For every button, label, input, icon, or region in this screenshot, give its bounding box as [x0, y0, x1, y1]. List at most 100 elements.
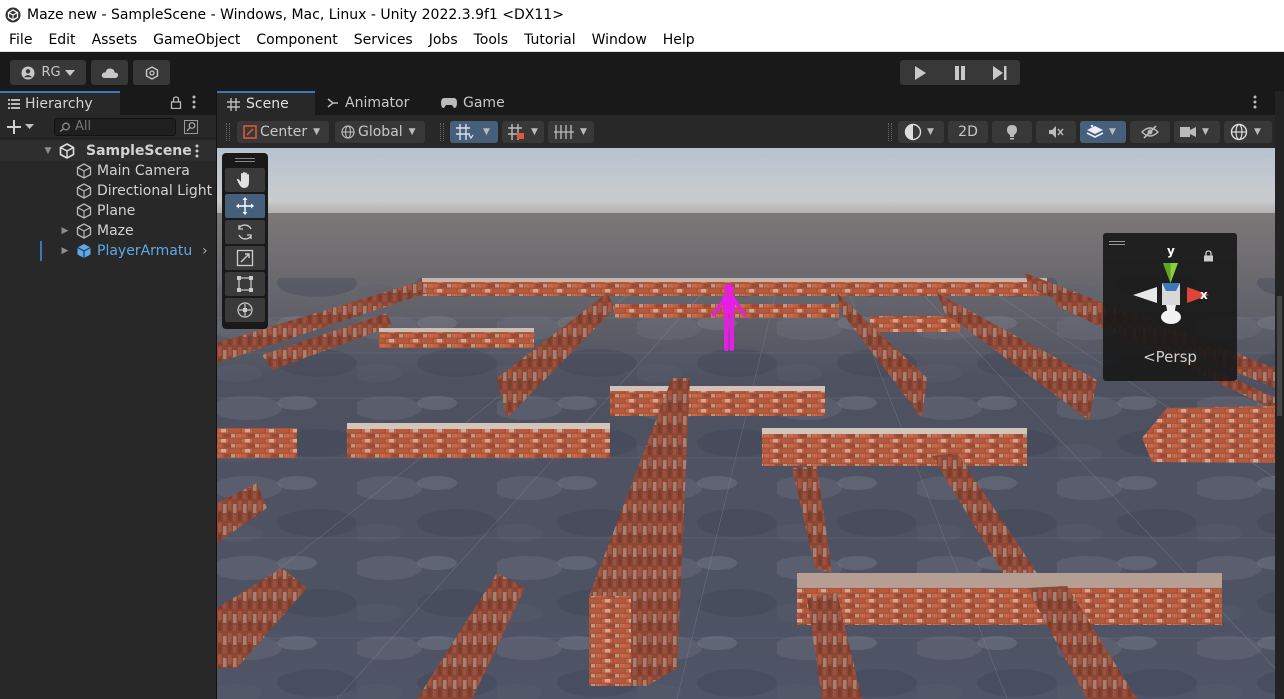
more-options-icon[interactable]: [192, 95, 196, 109]
pivot-rotation-dropdown[interactable]: Global ▼: [335, 121, 425, 143]
gameobject-icon: [76, 223, 92, 239]
user-icon: [21, 66, 35, 79]
play-icon: [915, 65, 926, 80]
hierarchy-item-label: Maze: [97, 223, 134, 239]
cloud-button[interactable]: [91, 60, 128, 85]
hierarchy-item-player-armature[interactable]: ▶ PlayerArmature ›: [0, 241, 216, 261]
menu-file[interactable]: File: [0, 29, 40, 52]
lighting-toggle-button[interactable]: [992, 121, 1032, 143]
rect-transform-icon: [237, 276, 253, 292]
hierarchy-item-maze[interactable]: ▶ Maze: [0, 221, 216, 241]
scale-tool-button[interactable]: [225, 246, 265, 270]
menu-edit[interactable]: Edit: [40, 29, 83, 52]
scale-icon: [236, 249, 254, 267]
gizmos-dropdown[interactable]: ▼: [1224, 121, 1272, 143]
scene-row[interactable]: ▼ SampleScene: [0, 141, 216, 161]
projection-toggle[interactable]: <Persp: [1103, 348, 1237, 366]
expand-arrow-icon[interactable]: ▶: [60, 246, 70, 256]
tab-hierarchy[interactable]: Hierarchy: [0, 91, 120, 115]
menu-gameobject[interactable]: GameObject: [145, 29, 248, 52]
effects-toggle-button[interactable]: ▼: [1080, 121, 1126, 143]
menu-assets[interactable]: Assets: [84, 29, 146, 52]
scene-panel: Scene Animator Game Center ▼ Global ▼ ▼ …: [217, 91, 1284, 699]
tab-scene[interactable]: Scene: [217, 91, 315, 115]
play-button[interactable]: [900, 60, 940, 85]
menu-tutorial[interactable]: Tutorial: [516, 29, 583, 52]
expand-arrow-icon[interactable]: ▼: [43, 146, 53, 156]
pivot-mode-dropdown[interactable]: Center ▼: [237, 121, 329, 143]
menu-component[interactable]: Component: [248, 29, 345, 52]
grid-visibility-button[interactable]: ▼: [450, 121, 498, 143]
scrollbar-thumb[interactable]: [1277, 296, 1282, 416]
move-tool-button[interactable]: [225, 194, 265, 218]
gameobject-icon: [76, 163, 92, 179]
hand-icon: [237, 172, 249, 188]
animator-icon: [327, 98, 338, 108]
search-input[interactable]: [75, 119, 171, 134]
tab-game[interactable]: Game: [431, 91, 521, 115]
toolbar-grip[interactable]: [226, 123, 230, 141]
filter-icon: [184, 119, 198, 134]
toolbar-grip[interactable]: [440, 123, 444, 141]
hierarchy-item-plane[interactable]: Plane: [0, 201, 216, 221]
perspective-icon: <: [1143, 348, 1156, 366]
unity-services-icon: [145, 65, 158, 80]
lock-icon[interactable]: [170, 96, 182, 109]
toggle-2d-button[interactable]: 2D: [948, 121, 988, 143]
expand-arrow-icon[interactable]: ▶: [60, 226, 70, 236]
audio-mute-icon: [1049, 126, 1064, 138]
gizmo-drag-handle[interactable]: [1109, 241, 1125, 245]
toolbar-grip[interactable]: [888, 123, 892, 141]
scene-scrollbar[interactable]: [1275, 91, 1284, 699]
tab-label: Game: [463, 95, 505, 111]
chevron-down-icon: ▼: [1202, 127, 1209, 137]
menu-window[interactable]: Window: [584, 29, 655, 52]
playmode-controls: [900, 60, 1020, 85]
step-button[interactable]: [980, 60, 1020, 85]
audio-toggle-button[interactable]: [1036, 121, 1076, 143]
hierarchy-item-main-camera[interactable]: Main Camera: [0, 161, 216, 181]
chevron-down-icon: ▼: [483, 127, 490, 137]
camera-settings-dropdown[interactable]: ▼: [1174, 121, 1220, 143]
hierarchy-item-label: Directional Light: [97, 183, 213, 199]
draw-mode-dropdown[interactable]: ▼: [898, 121, 944, 143]
gizmos-globe-icon: [1230, 123, 1248, 141]
account-label: RG: [41, 65, 61, 80]
rect-tool-button[interactable]: [225, 272, 265, 296]
menu-jobs[interactable]: Jobs: [421, 29, 466, 52]
step-icon: [993, 65, 1007, 80]
palette-drag-handle[interactable]: [235, 158, 255, 162]
grid-snapping-button[interactable]: ▼: [502, 121, 544, 143]
ruler-icon: [554, 125, 574, 139]
chevron-right-icon[interactable]: ›: [202, 243, 208, 259]
orientation-gizmo[interactable]: y x <Persp: [1103, 233, 1237, 381]
hierarchy-item-directional-light[interactable]: Directional Light: [0, 181, 216, 201]
toggle-2d-label: 2D: [958, 124, 978, 140]
more-options-icon[interactable]: [1253, 95, 1257, 109]
search-filter-button[interactable]: [182, 118, 200, 136]
projection-label: Persp: [1155, 348, 1197, 366]
chevron-down-icon: ▼: [580, 127, 587, 137]
transform-tool-button[interactable]: [225, 298, 265, 322]
more-options-icon[interactable]: [195, 144, 199, 158]
menu-tools[interactable]: Tools: [466, 29, 517, 52]
hidden-objects-toggle[interactable]: [1130, 121, 1170, 143]
hierarchy-search[interactable]: [54, 117, 176, 136]
hand-tool-button[interactable]: [225, 168, 265, 192]
increment-snap-button[interactable]: ▼: [548, 121, 594, 143]
menu-services[interactable]: Services: [346, 29, 421, 52]
scene-viewport[interactable]: y x <Persp: [217, 148, 1275, 699]
unity-services-button[interactable]: [133, 60, 170, 85]
axis-gizmo-graphic: y x: [1133, 244, 1209, 324]
pause-button[interactable]: [940, 60, 980, 85]
rotate-tool-button[interactable]: [225, 220, 265, 244]
gameobject-icon: [76, 203, 92, 219]
lightbulb-icon: [1007, 125, 1017, 140]
tab-animator[interactable]: Animator: [317, 91, 429, 115]
account-button[interactable]: RG: [10, 60, 86, 85]
create-button[interactable]: [7, 118, 41, 136]
gamepad-icon: [441, 98, 457, 108]
search-icon: [59, 122, 70, 132]
scene-toolbar: Center ▼ Global ▼ ▼ ▼ ▼ ▼ 2D ▼ ▼ ▼: [217, 115, 1284, 148]
menu-help[interactable]: Help: [655, 29, 703, 52]
